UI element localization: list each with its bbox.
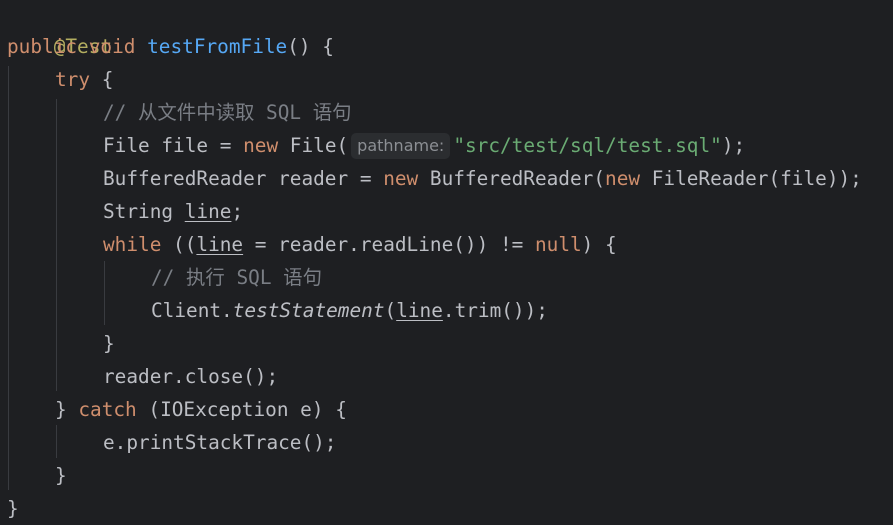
keyword-catch: catch [78,398,137,421]
code-line-5: File file = new File(pathname: "src/test/… [103,129,745,162]
keyword-null: null [534,233,582,256]
code-line-3: try { [55,63,113,96]
keyword-public: public [7,35,78,58]
keyword-void: void [88,35,136,58]
variable-line: line [196,233,244,256]
closing-brace: } [103,332,115,355]
code-line-11: } [103,327,115,360]
code-token: (( [161,233,197,256]
closing-brace: } [55,464,67,487]
code-token: { [90,68,114,91]
indent-guide [8,66,9,490]
code-line-9: // 执行 SQL 语句 [151,261,322,294]
keyword-new: new [383,167,419,190]
code-token: ; [231,200,244,223]
code-token: = reader.readLine()) != [243,233,535,256]
keyword-new: new [605,167,641,190]
code-token: ( [384,299,397,322]
code-token: } [55,398,79,421]
code-line-13: } catch (IOException e) { [55,393,347,426]
method-name: testFromFile [147,35,288,58]
keyword-while: while [103,233,162,256]
closing-brace: } [7,497,19,520]
code-token: () { [287,35,334,58]
keyword-new: new [243,134,279,157]
code-token: .trim()); [442,299,548,322]
comment: // 执行 SQL 语句 [151,266,322,289]
code-token: BufferedReader( [418,167,606,190]
code-line-8: while ((line = reader.readLine()) != nul… [103,228,617,261]
code-token: File file = [103,134,244,157]
code-token: (IOException e) { [136,398,347,421]
indent-guide [56,425,57,458]
code-line-14: e.printStackTrace(); [103,426,336,459]
string-literal: "src/test/sql/test.sql" [453,134,722,157]
code-line-2: public void testFromFile() { [7,30,334,63]
code-token: BufferedReader reader = [103,167,384,190]
variable-line: line [396,299,443,322]
code-token: ) { [581,233,617,256]
code-token: Client. [151,299,233,322]
static-method-call: testStatement [232,299,385,322]
code-line-4: // 从文件中读取 SQL 语句 [103,96,352,129]
indent-guide [104,261,105,325]
keyword-try: try [55,68,91,91]
code-token: String [103,200,185,223]
code-token: e.printStackTrace(); [103,431,337,454]
variable-line: line [184,200,232,223]
code-line-7: String line; [103,195,243,228]
code-token: File( [278,134,349,157]
code-line-1: @Test [7,0,112,58]
code-token: FileReader(file)); [640,167,862,190]
code-editor[interactable]: @Test public void testFromFile() { try {… [0,0,893,523]
code-token: reader.close(); [103,365,279,388]
code-token: ); [721,134,746,157]
parameter-hint: pathname: [351,133,451,159]
code-line-16: } [7,492,19,525]
code-line-15: } [55,459,67,492]
code-line-12: reader.close(); [103,360,278,393]
indent-guide [56,99,57,391]
code-line-6: BufferedReader reader = new BufferedRead… [103,162,862,195]
code-line-10: Client.testStatement(line.trim()); [151,294,548,327]
comment: // 从文件中读取 SQL 语句 [103,101,352,124]
